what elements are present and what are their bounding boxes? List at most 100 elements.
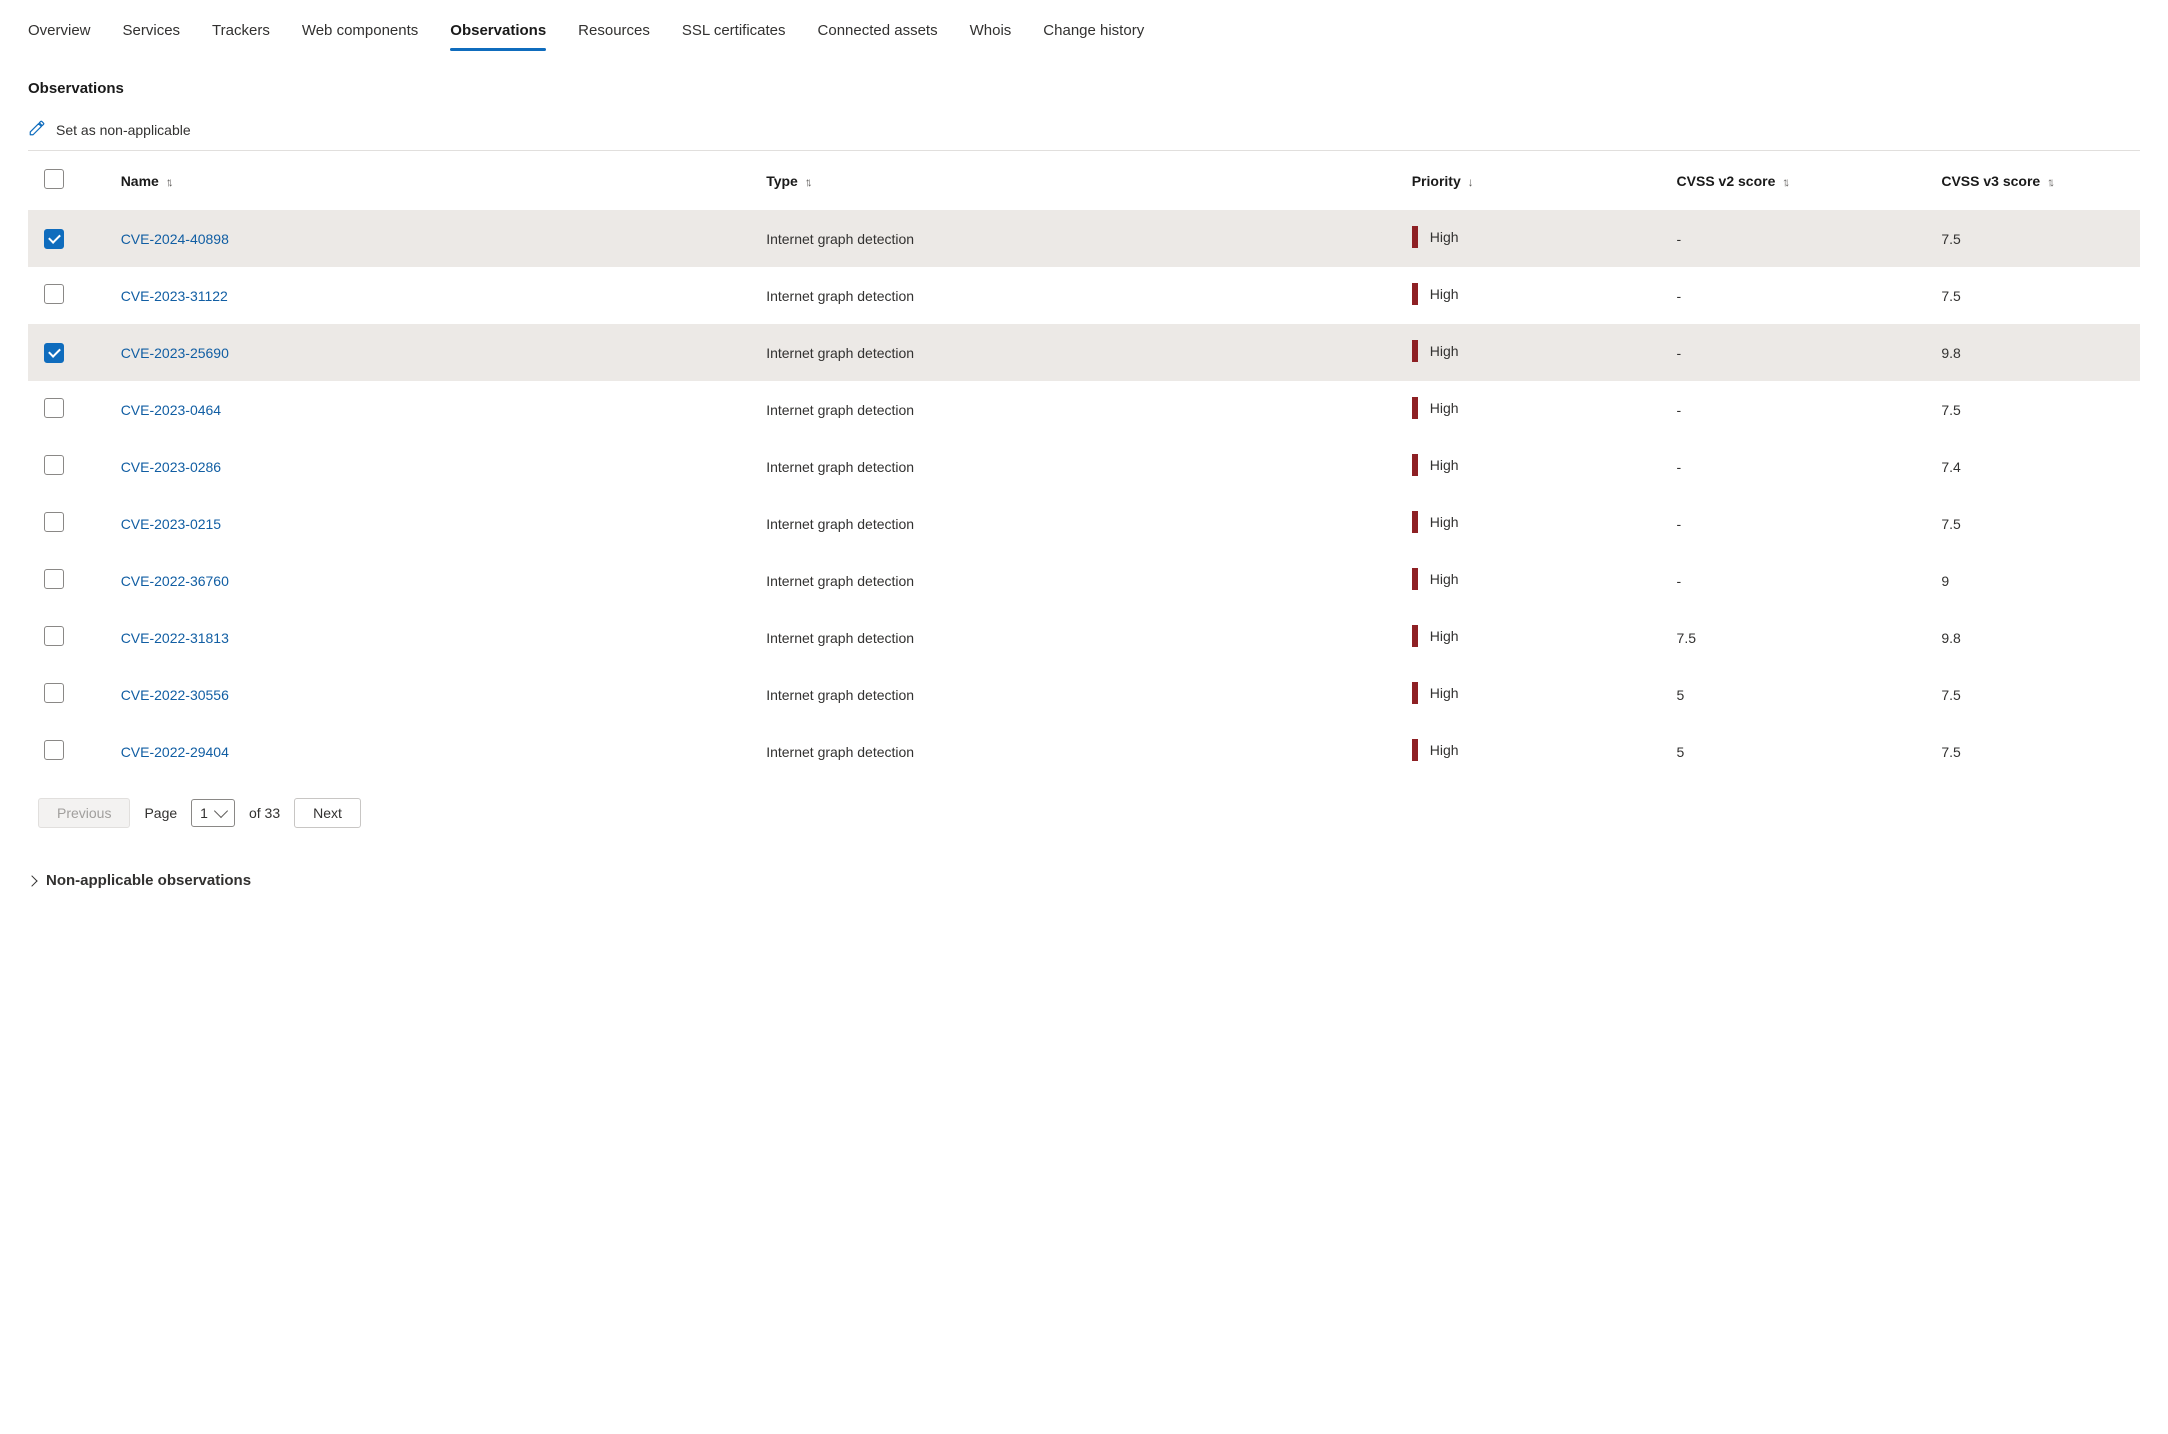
table-row: CVE-2023-25690 Internet graph detection Hi… xyxy=(28,324,2140,381)
tab-bar: Overview Services Trackers Web components Ob… xyxy=(28,16,2140,52)
cvss3-cell: 7.4 xyxy=(1941,438,2140,495)
cve-link[interactable]: CVE-2023-0464 xyxy=(121,402,221,418)
tab-connected-assets[interactable]: Connected assets xyxy=(818,16,938,51)
column-header-name[interactable]: Name ↑↓ xyxy=(121,151,767,210)
row-checkbox[interactable] xyxy=(44,569,64,589)
select-all-checkbox[interactable] xyxy=(44,169,64,189)
row-checkbox[interactable] xyxy=(44,683,64,703)
row-checkbox[interactable] xyxy=(44,284,64,304)
cvss3-cell: 9.8 xyxy=(1941,609,2140,666)
type-cell: Internet graph detection xyxy=(766,210,1412,267)
tab-change-history[interactable]: Change history xyxy=(1043,16,1144,51)
set-non-applicable-action[interactable]: Set as non-applicable xyxy=(56,122,191,138)
cvss3-cell: 7.5 xyxy=(1941,267,2140,324)
row-checkbox[interactable] xyxy=(44,398,64,418)
sort-both-icon: ↑↓ xyxy=(166,175,170,189)
action-bar: Set as non-applicable xyxy=(28,119,2140,151)
type-cell: Internet graph detection xyxy=(766,324,1412,381)
type-cell: Internet graph detection xyxy=(766,552,1412,609)
observations-table: Name ↑↓ Type ↑↓ Priority ↓ CVSS v2 score… xyxy=(28,151,2140,780)
cvss3-cell: 7.5 xyxy=(1941,381,2140,438)
tab-trackers[interactable]: Trackers xyxy=(212,16,270,51)
column-header-priority[interactable]: Priority ↓ xyxy=(1412,151,1677,210)
type-cell: Internet graph detection xyxy=(766,495,1412,552)
cvss2-cell: 5 xyxy=(1677,666,1942,723)
priority-indicator-icon xyxy=(1412,226,1418,248)
row-checkbox[interactable] xyxy=(44,740,64,760)
priority-cell: High xyxy=(1412,397,1459,419)
priority-label: High xyxy=(1430,514,1459,530)
column-header-label: CVSS v2 score xyxy=(1677,173,1776,189)
cvss3-cell: 7.5 xyxy=(1941,210,2140,267)
tab-services[interactable]: Services xyxy=(123,16,181,51)
cvss2-cell: - xyxy=(1677,438,1942,495)
tab-overview[interactable]: Overview xyxy=(28,16,91,51)
cve-link[interactable]: CVE-2023-31122 xyxy=(121,288,228,304)
cve-link[interactable]: CVE-2023-0286 xyxy=(121,459,221,475)
tab-web-components[interactable]: Web components xyxy=(302,16,418,51)
priority-label: High xyxy=(1430,628,1459,644)
priority-label: High xyxy=(1430,286,1459,302)
priority-label: High xyxy=(1430,400,1459,416)
type-cell: Internet graph detection xyxy=(766,723,1412,780)
priority-label: High xyxy=(1430,685,1459,701)
cve-link[interactable]: CVE-2022-29404 xyxy=(121,744,229,760)
row-checkbox[interactable] xyxy=(44,343,64,363)
priority-cell: High xyxy=(1412,454,1459,476)
priority-label: High xyxy=(1430,457,1459,473)
cvss3-cell: 9 xyxy=(1941,552,2140,609)
tab-resources[interactable]: Resources xyxy=(578,16,650,51)
type-cell: Internet graph detection xyxy=(766,666,1412,723)
tab-whois[interactable]: Whois xyxy=(970,16,1012,51)
cvss2-cell: - xyxy=(1677,552,1942,609)
cvss2-cell: - xyxy=(1677,324,1942,381)
priority-cell: High xyxy=(1412,283,1459,305)
cvss3-cell: 7.5 xyxy=(1941,666,2140,723)
sort-both-icon: ↑↓ xyxy=(2047,175,2051,189)
table-row: CVE-2022-36760 Internet graph detection Hi… xyxy=(28,552,2140,609)
page-select[interactable]: 1 xyxy=(191,799,235,827)
priority-indicator-icon xyxy=(1412,454,1418,476)
priority-label: High xyxy=(1430,571,1459,587)
priority-label: High xyxy=(1430,229,1459,245)
page-of-label: of 33 xyxy=(249,805,280,821)
priority-label: High xyxy=(1430,343,1459,359)
edit-icon xyxy=(28,119,46,140)
non-applicable-section-title: Non-applicable observations xyxy=(46,872,251,889)
priority-indicator-icon xyxy=(1412,625,1418,647)
row-checkbox[interactable] xyxy=(44,455,64,475)
column-header-cvss2[interactable]: CVSS v2 score ↑↓ xyxy=(1677,151,1942,210)
cve-link[interactable]: CVE-2024-40898 xyxy=(121,231,229,247)
cve-link[interactable]: CVE-2023-0215 xyxy=(121,516,221,532)
cvss3-cell: 7.5 xyxy=(1941,495,2140,552)
previous-button[interactable]: Previous xyxy=(38,798,130,828)
cve-link[interactable]: CVE-2022-30556 xyxy=(121,687,229,703)
tab-observations[interactable]: Observations xyxy=(450,16,546,51)
chevron-right-icon xyxy=(26,875,37,886)
row-checkbox[interactable] xyxy=(44,229,64,249)
priority-cell: High xyxy=(1412,340,1459,362)
non-applicable-section-toggle[interactable]: Non-applicable observations xyxy=(28,872,2140,889)
column-header-type[interactable]: Type ↑↓ xyxy=(766,151,1412,210)
page-value: 1 xyxy=(200,805,208,821)
column-header-label: Type xyxy=(766,173,798,189)
cve-link[interactable]: CVE-2022-36760 xyxy=(121,573,229,589)
tab-ssl-certificates[interactable]: SSL certificates xyxy=(682,16,786,51)
row-checkbox[interactable] xyxy=(44,512,64,532)
priority-indicator-icon xyxy=(1412,682,1418,704)
priority-indicator-icon xyxy=(1412,397,1418,419)
table-row: CVE-2022-30556 Internet graph detection Hi… xyxy=(28,666,2140,723)
priority-indicator-icon xyxy=(1412,511,1418,533)
cvss2-cell: - xyxy=(1677,267,1942,324)
sort-desc-icon: ↓ xyxy=(1468,175,1474,189)
type-cell: Internet graph detection xyxy=(766,609,1412,666)
cve-link[interactable]: CVE-2023-25690 xyxy=(121,345,229,361)
next-button[interactable]: Next xyxy=(294,798,361,828)
column-header-cvss3[interactable]: CVSS v3 score ↑↓ xyxy=(1941,151,2140,210)
cvss2-cell: 7.5 xyxy=(1677,609,1942,666)
type-cell: Internet graph detection xyxy=(766,267,1412,324)
cve-link[interactable]: CVE-2022-31813 xyxy=(121,630,229,646)
page-label: Page xyxy=(144,805,177,821)
row-checkbox[interactable] xyxy=(44,626,64,646)
table-row: CVE-2022-29404Internet graph detectionHi… xyxy=(28,723,2140,780)
